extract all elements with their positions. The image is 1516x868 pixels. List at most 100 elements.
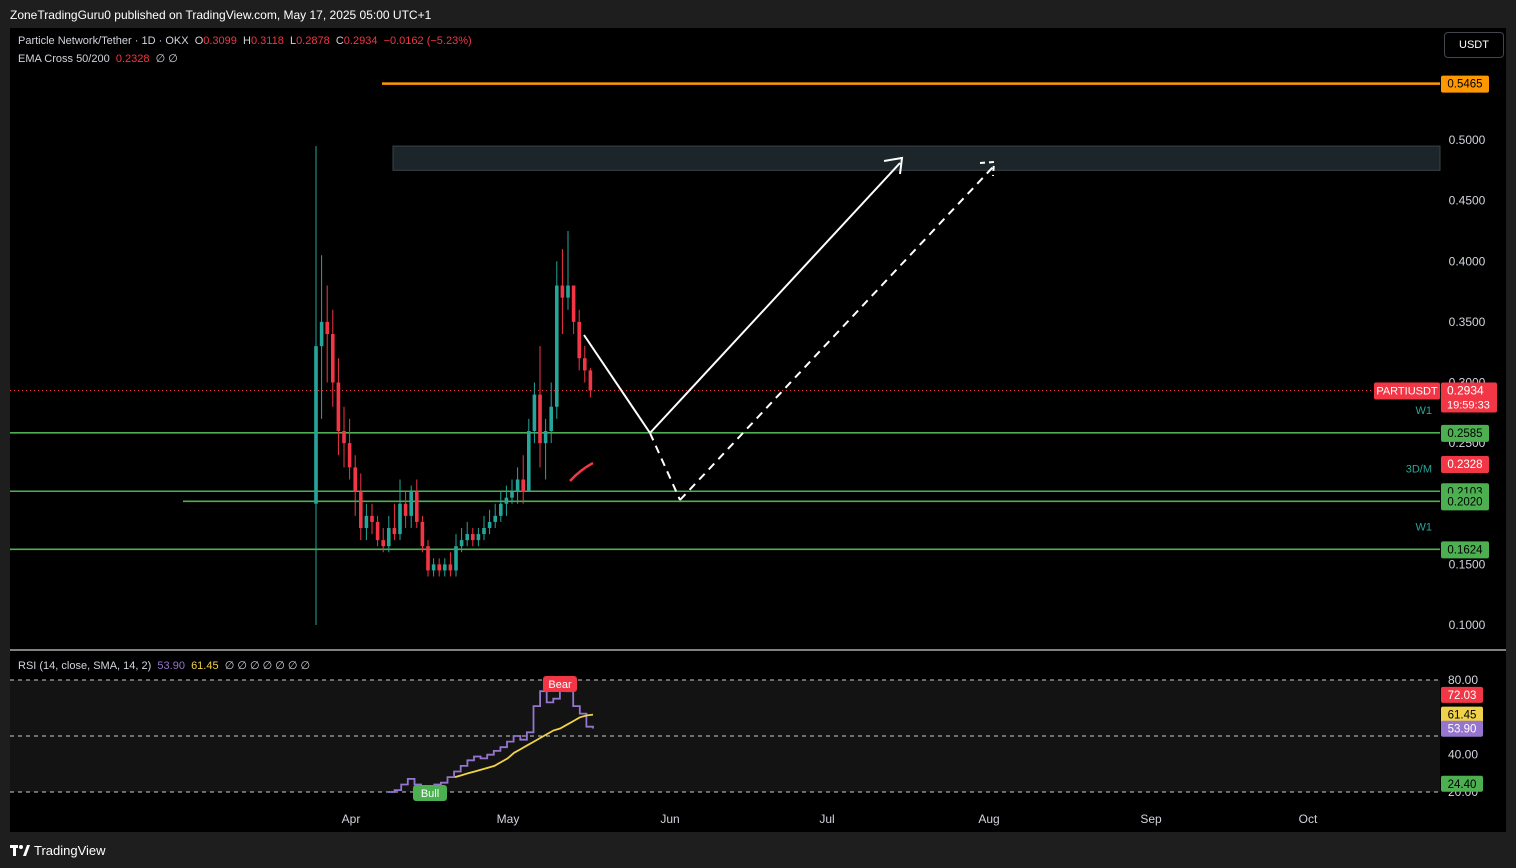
candle-body — [499, 503, 503, 516]
tradingview-logo-icon — [10, 844, 30, 856]
candle — [499, 491, 503, 522]
candle-body — [588, 370, 593, 391]
candle-body — [583, 358, 587, 371]
candle — [409, 485, 413, 528]
candle — [319, 255, 324, 419]
candle — [476, 528, 481, 547]
candle-body — [566, 285, 570, 298]
rsi-legend[interactable]: RSI (14, close, SMA, 14, 2) 53.90 61.45 … — [18, 659, 310, 672]
candle — [583, 346, 587, 383]
candle — [504, 485, 509, 516]
candle — [431, 558, 436, 577]
candle — [493, 503, 497, 528]
high-value: 0.3118 — [250, 35, 284, 47]
candle-body — [437, 564, 441, 571]
symbol-legend: Particle Network/Tether · 1D · OKX O0.30… — [18, 35, 472, 47]
candle-body — [549, 406, 553, 431]
candle — [515, 467, 520, 504]
candle — [487, 509, 492, 535]
candle — [465, 521, 469, 547]
last-price-label: PARTIUSDT 0.2934 19:59:33 — [1374, 382, 1497, 413]
level-label-text: 0.2020 — [1447, 496, 1482, 508]
candle — [415, 479, 419, 528]
open-label: O — [194, 35, 204, 47]
candle-body — [314, 346, 318, 504]
candle-body — [431, 564, 436, 571]
projection-down-line — [583, 334, 651, 434]
candle-body — [409, 491, 413, 516]
alt-projection-up — [679, 166, 994, 501]
chart-svg[interactable]: BullBear 0.10000.15000.20000.25000.30000… — [0, 0, 1516, 868]
candle — [543, 418, 548, 480]
rsi-label: RSI (14, close, SMA, 14, 2) — [18, 660, 152, 672]
level-label: 0.5465 — [1441, 75, 1489, 93]
candle-body — [555, 285, 559, 407]
price-tick-label: 0.5000 — [1449, 133, 1486, 147]
candle — [420, 515, 425, 553]
candle — [527, 418, 531, 492]
rsi-value-label: 24.40 — [1448, 779, 1477, 791]
candle-body — [325, 321, 329, 334]
candle-body — [560, 285, 565, 298]
candle — [454, 534, 458, 577]
candle — [566, 230, 570, 310]
candle-body — [471, 534, 475, 541]
rsi-value: 53.90 — [157, 660, 185, 672]
level-label: 0.2585 — [1441, 424, 1489, 442]
price-tick-label: 0.4500 — [1449, 194, 1486, 208]
candle — [482, 515, 486, 541]
candle-body — [415, 491, 419, 522]
candle-body — [403, 503, 408, 516]
candle — [521, 455, 525, 504]
candle — [359, 473, 363, 541]
rsi-sma-value: 61.45 — [191, 660, 219, 672]
candle-body — [538, 394, 542, 444]
bottom-bar — [0, 832, 1516, 868]
candle-body — [482, 528, 486, 535]
candle-body — [454, 546, 458, 571]
candle — [347, 418, 352, 480]
level-label-text: 0.5465 — [1447, 79, 1482, 91]
candle-body — [493, 515, 497, 522]
candle-body — [577, 321, 581, 359]
candle — [403, 491, 408, 528]
ema-extra: ∅ ∅ — [155, 53, 178, 65]
ema-legend[interactable]: EMA Cross 50/200 0.2328 ∅ ∅ — [18, 52, 178, 65]
candle-body — [347, 443, 352, 468]
candle — [353, 455, 357, 516]
candle — [443, 558, 447, 577]
alt-projection-down — [649, 432, 681, 501]
candle-body — [510, 491, 514, 498]
candle-body — [465, 534, 469, 541]
ema-label-text: 0.2328 — [1447, 459, 1482, 471]
candle-body — [359, 491, 363, 528]
candle-body — [331, 334, 335, 383]
price-tick-label: 0.3500 — [1449, 315, 1486, 329]
candle-body — [420, 521, 425, 547]
x-tick-label: Oct — [1299, 812, 1318, 826]
currency-button[interactable]: USDT — [1444, 32, 1504, 58]
candle — [510, 479, 514, 504]
rsi-pane: Bull Bear — [10, 676, 1440, 801]
candle — [426, 540, 430, 577]
price-tick-label: 0.1500 — [1449, 557, 1486, 571]
candle-body — [392, 528, 397, 535]
candle-body — [375, 521, 380, 541]
rsi-signal-label: Bull — [421, 788, 439, 800]
brand-name: TradingView — [34, 843, 106, 858]
candle — [325, 285, 329, 383]
candle — [375, 515, 380, 547]
rsi-tick-label: 40.00 — [1448, 748, 1478, 762]
candle-body — [515, 479, 520, 492]
candle — [336, 358, 341, 456]
candle-body — [364, 515, 369, 528]
candle-body — [387, 528, 391, 547]
candle-body — [459, 540, 464, 547]
rsi-tick-label: 80.00 — [1448, 673, 1478, 687]
level-tag: 3D/M — [1406, 463, 1432, 475]
level-label-text: 0.1624 — [1447, 544, 1483, 556]
candle — [342, 406, 346, 468]
candle-body — [504, 497, 509, 504]
rsi-value-label: 72.03 — [1448, 690, 1477, 702]
candle — [331, 309, 335, 407]
